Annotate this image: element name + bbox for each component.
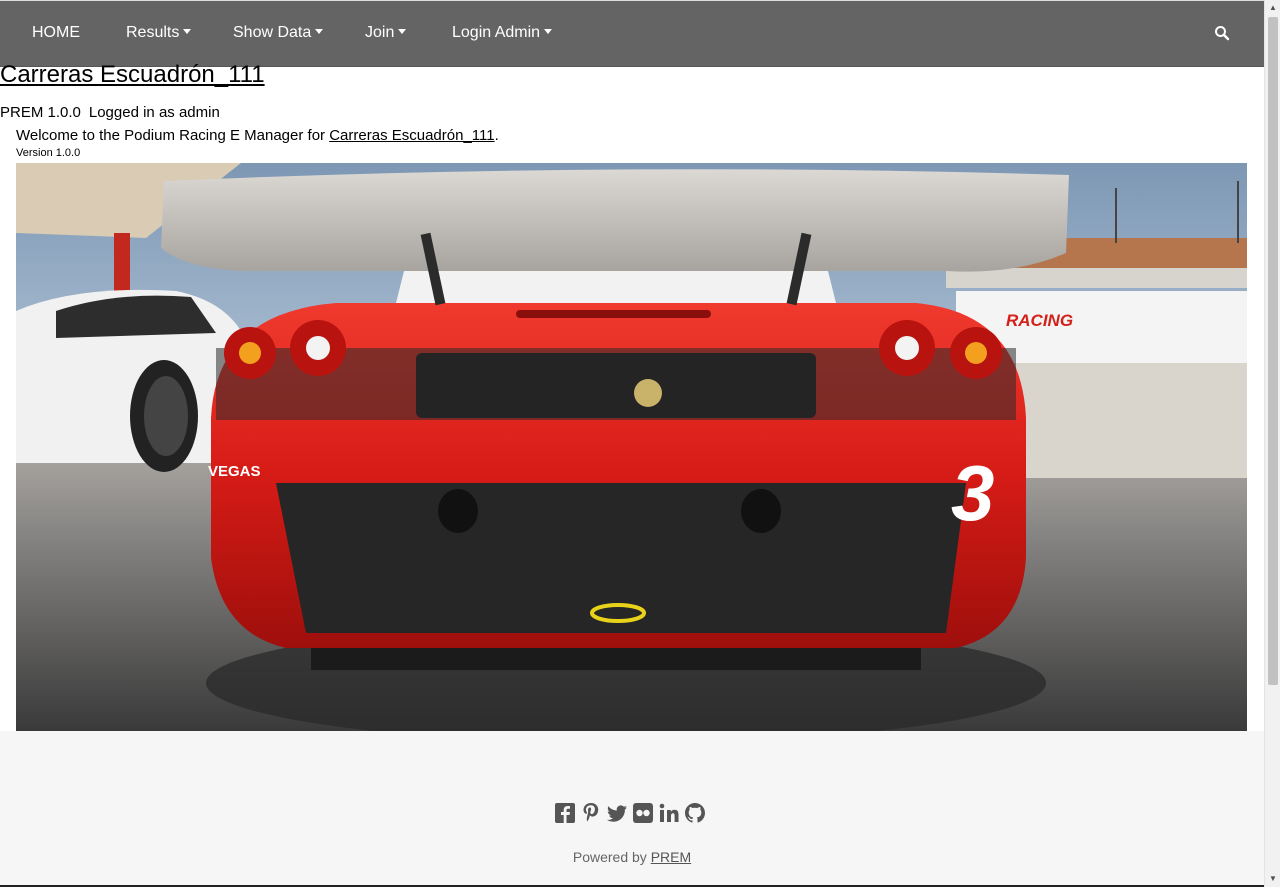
logged-in-text: Logged in as admin (88, 104, 220, 121)
powered-by: Powered by PREM (0, 849, 1264, 865)
social-links (554, 801, 706, 825)
app-version-label: PREM 1.0.0 (0, 104, 81, 121)
nav-login-admin[interactable]: Login Admin (452, 1, 553, 65)
nav-join-label: Join (365, 24, 395, 41)
scroll-up-arrow-icon[interactable]: ▲ (1265, 0, 1280, 16)
team-link[interactable]: Carreras Escuadrón_111 (329, 127, 494, 144)
caret-down-icon (183, 29, 192, 35)
status-line: PREM 1.0.0 Logged in as admin (0, 104, 220, 121)
pinterest-icon[interactable] (580, 801, 602, 825)
hero-image: RACING 3 VEGAS (16, 163, 1247, 731)
scroll-down-arrow-icon[interactable]: ▼ (1265, 871, 1280, 887)
caret-down-icon (315, 29, 324, 35)
top-navbar: HOME Results Show Data Join Login Admin (0, 0, 1264, 67)
nav-login-admin-label: Login Admin (452, 24, 541, 41)
footer: Powered by PREM (0, 731, 1264, 887)
caret-down-icon (544, 29, 553, 35)
flickr-icon[interactable] (632, 801, 654, 825)
vertical-scrollbar[interactable]: ▲ ▼ (1264, 0, 1280, 887)
powered-prefix: Powered by (572, 849, 651, 865)
vegas-decal: VEGAS (208, 463, 261, 480)
twitter-icon[interactable] (606, 801, 628, 825)
nav-results-label: Results (126, 24, 180, 41)
linkedin-icon[interactable] (658, 801, 680, 825)
welcome-suffix: . (494, 127, 499, 144)
nav-show-data[interactable]: Show Data (233, 1, 324, 65)
github-icon[interactable] (684, 801, 706, 825)
scrollbar-thumb[interactable] (1268, 17, 1278, 685)
nav-results[interactable]: Results (126, 1, 192, 65)
prem-link[interactable]: PREM (651, 849, 691, 865)
search-button[interactable] (1214, 25, 1230, 41)
racing-banner-text: RACING (1006, 311, 1073, 330)
site-title-link[interactable]: Carreras Escuadrón_111 (0, 61, 265, 89)
search-icon (1215, 26, 1230, 41)
nav-home-label: HOME (32, 24, 80, 41)
welcome-prefix: Welcome to the Podium Racing E Manager f… (16, 127, 330, 144)
welcome-message: Welcome to the Podium Racing E Manager f… (16, 127, 499, 144)
nav-join[interactable]: Join (365, 1, 407, 65)
nav-show-data-label: Show Data (233, 24, 312, 41)
facebook-icon[interactable] (554, 801, 576, 825)
version-text: Version 1.0.0 (16, 147, 81, 159)
car-number: 3 (951, 449, 994, 537)
caret-down-icon (398, 29, 407, 35)
nav-home[interactable]: HOME (32, 1, 80, 65)
